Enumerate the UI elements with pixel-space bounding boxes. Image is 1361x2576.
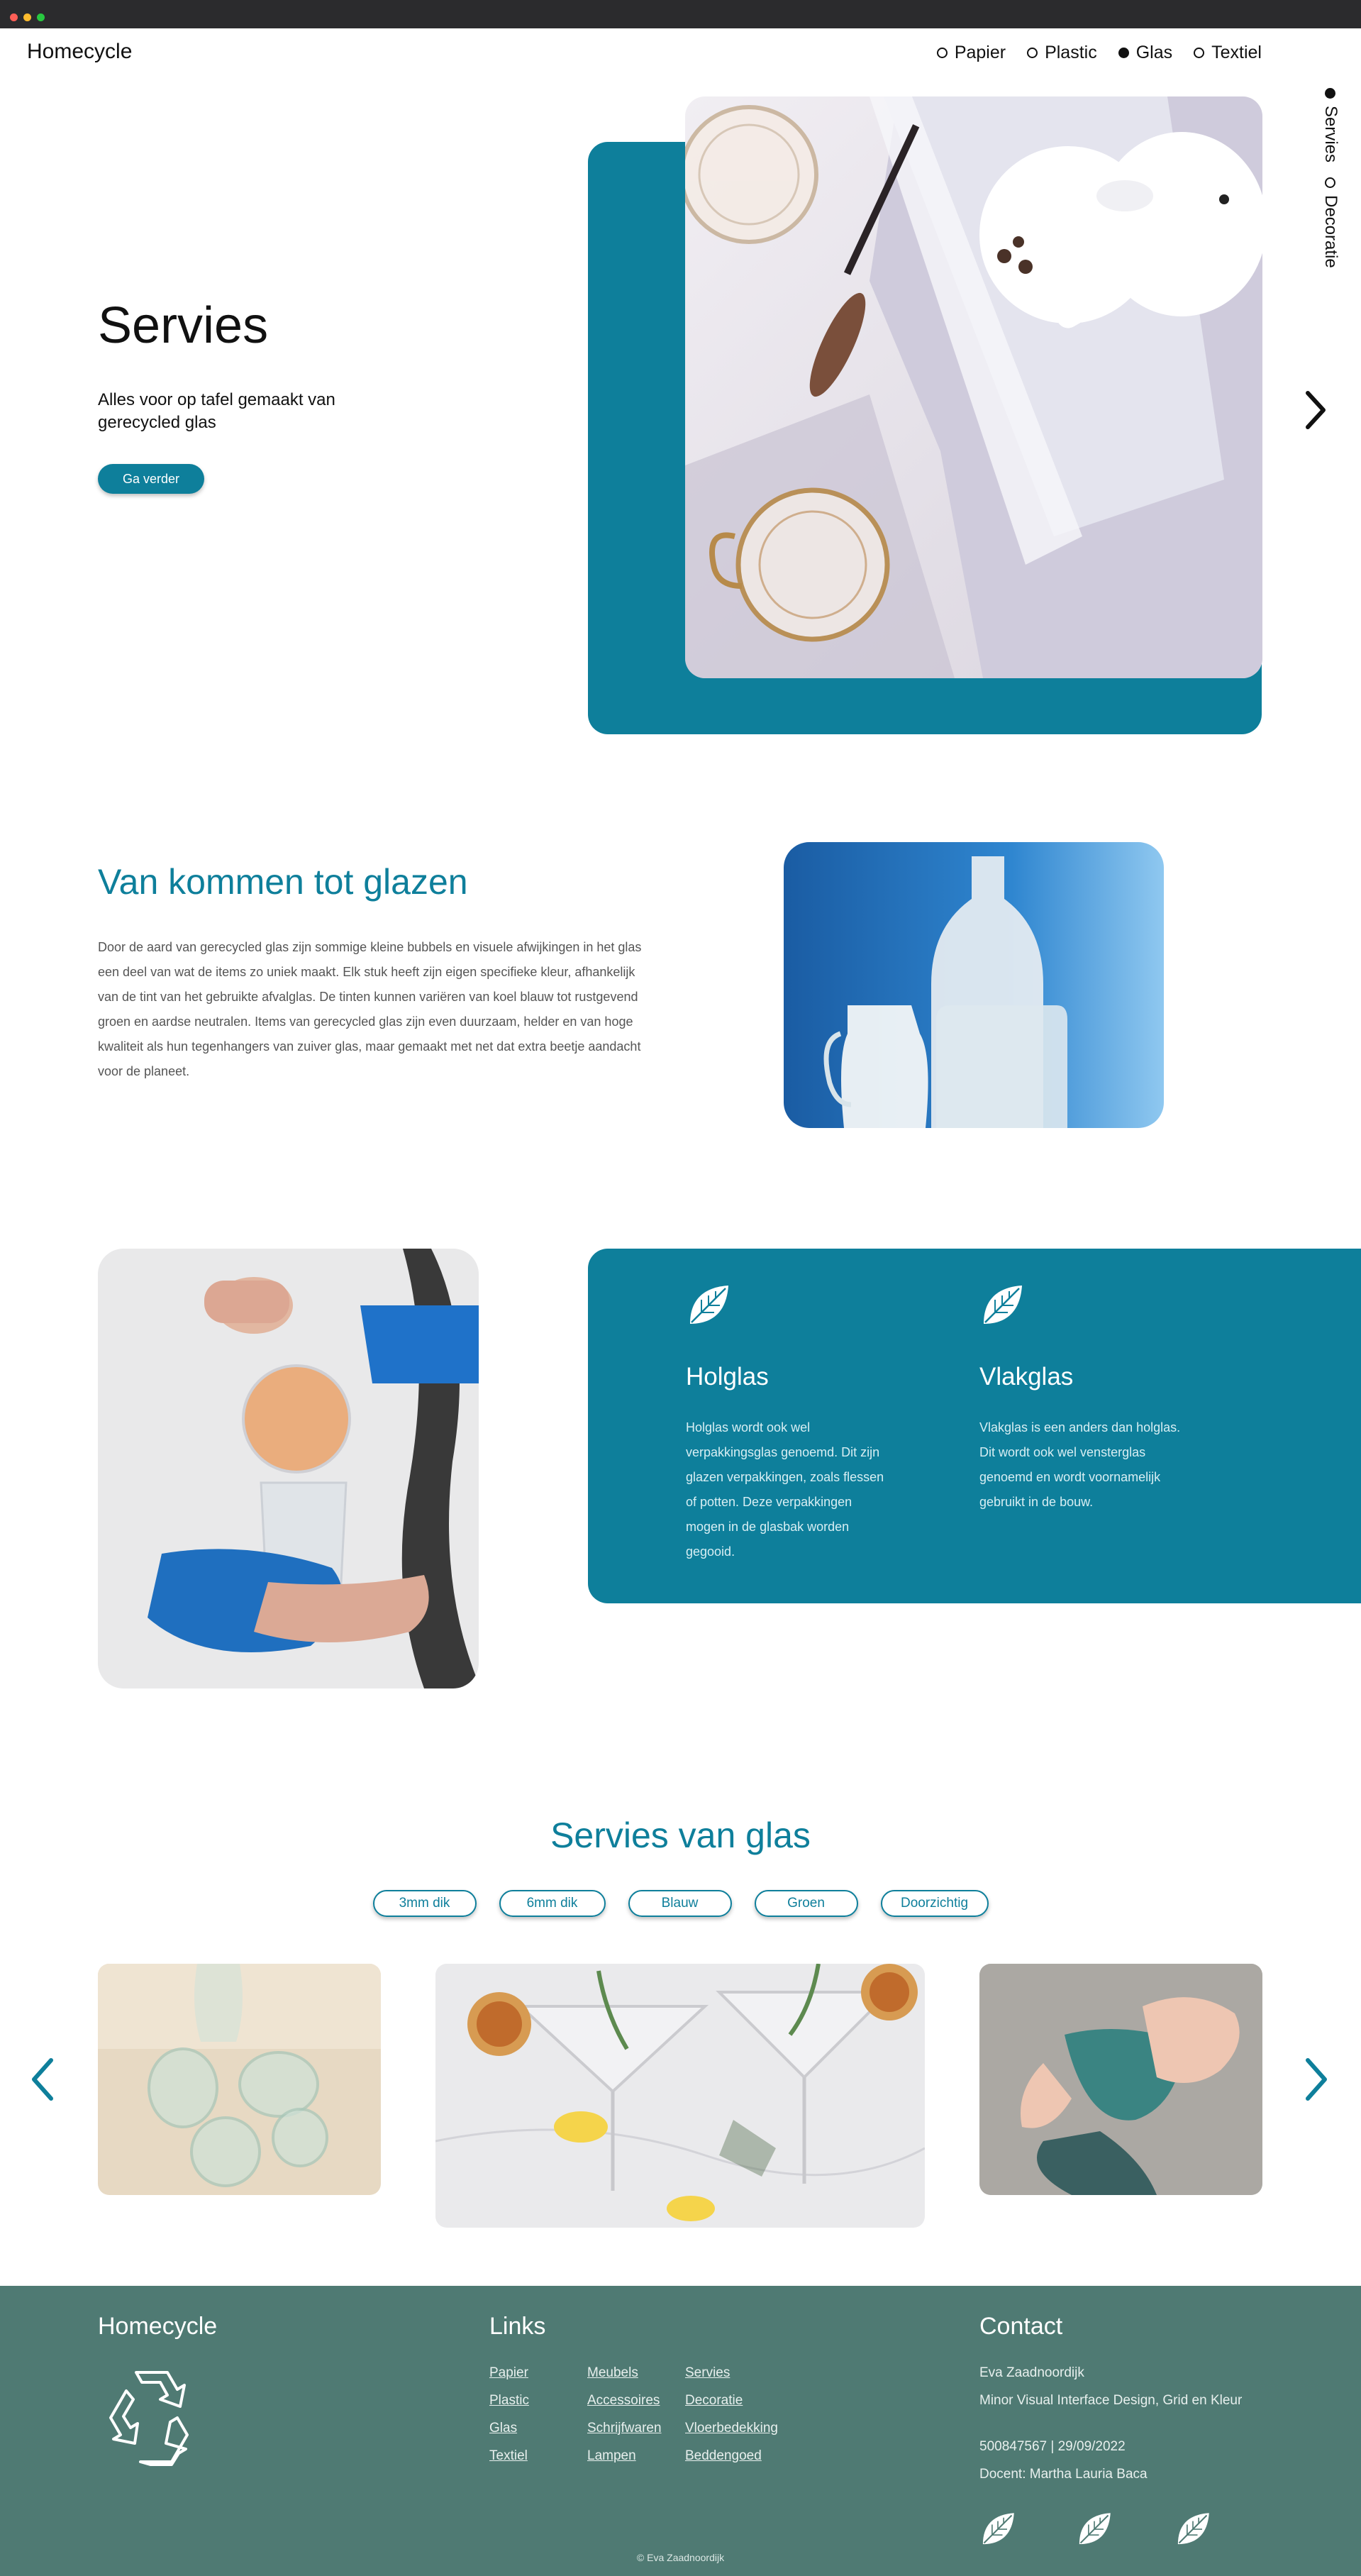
footer: Homecycle Links Papier Plastic Glas Text… bbox=[0, 2286, 1361, 2576]
feature-holglas: Holglas Holglas wordt ook wel verpakking… bbox=[686, 1283, 891, 1564]
radio-dot-icon bbox=[1194, 48, 1205, 58]
side-nav-label: Decoratie bbox=[1321, 195, 1340, 268]
recycle-icon bbox=[109, 2371, 189, 2466]
intro-title: Van kommen tot glazen bbox=[98, 862, 468, 902]
leaf-icon bbox=[984, 1286, 1022, 1324]
radio-dot-icon bbox=[1027, 48, 1038, 58]
radio-dot-icon bbox=[936, 48, 948, 58]
chevron-right-icon[interactable] bbox=[1304, 389, 1328, 431]
footer-link-vloerbedekking[interactable]: Vloerbedekking bbox=[685, 2421, 778, 2436]
footer-link-lampen[interactable]: Lampen bbox=[587, 2448, 636, 2464]
nav-label: Glas bbox=[1135, 43, 1173, 62]
filter-chips: 3mm dik 6mm dik Blauw Groen Doorzichtig bbox=[0, 1890, 1361, 1917]
side-nav-item-servies[interactable]: Servies bbox=[1321, 88, 1340, 162]
footer-link-glas[interactable]: Glas bbox=[489, 2421, 517, 2436]
radio-dot-active-icon bbox=[1325, 88, 1336, 99]
nav-item-textiel[interactable]: Textiel bbox=[1194, 43, 1262, 63]
feature-text: Vlakglas is een anders dan holglas. Dit … bbox=[979, 1420, 1181, 1509]
copyright-text: © Eva Zaadnoordijk bbox=[636, 2552, 725, 2563]
nav-label: Papier bbox=[954, 43, 1006, 62]
filter-chip-3mm[interactable]: 3mm dik bbox=[372, 1890, 477, 1917]
footer-link-accessoires[interactable]: Accessoires bbox=[587, 2393, 660, 2409]
contact-student-id-date: 500847567 | 29/09/2022 bbox=[979, 2439, 1126, 2454]
side-navigation: Servies Decoratie bbox=[1321, 85, 1355, 284]
footer-link-decoratie[interactable]: Decoratie bbox=[685, 2393, 743, 2409]
feature-text: Holglas wordt ook wel verpakkingsglas ge… bbox=[686, 1420, 884, 1559]
glass-types-panel: Holglas Holglas wordt ook wel verpakking… bbox=[588, 1249, 1361, 1603]
contact-name: Eva Zaadnoordijk bbox=[979, 2365, 1084, 2380]
hero-subtitle: Alles voor op tafel gemaakt van gerecycl… bbox=[98, 390, 335, 432]
product-photo-glass-cups[interactable] bbox=[98, 1964, 381, 2195]
footer-link-meubels[interactable]: Meubels bbox=[587, 2365, 638, 2381]
footer-link-textiel[interactable]: Textiel bbox=[489, 2448, 528, 2464]
footer-contact-title: Contact bbox=[979, 2313, 1063, 2340]
filter-chip-groen[interactable]: Groen bbox=[754, 1890, 858, 1917]
ga-verder-button[interactable]: Ga verder bbox=[98, 464, 204, 494]
close-window-button[interactable] bbox=[10, 13, 18, 21]
radio-dot-active-icon bbox=[1118, 48, 1129, 58]
minimize-window-button[interactable] bbox=[23, 13, 31, 21]
radio-dot-icon bbox=[1325, 177, 1336, 188]
feature-title: Vlakglas bbox=[979, 1363, 1074, 1391]
maximize-window-button[interactable] bbox=[37, 13, 45, 21]
site-logo[interactable]: Homecycle bbox=[27, 40, 132, 64]
nav-item-plastic[interactable]: Plastic bbox=[1027, 43, 1097, 63]
footer-link-beddengoed[interactable]: Beddengoed bbox=[685, 2448, 762, 2464]
leaf-icon bbox=[690, 1286, 728, 1324]
footer-links-title: Links bbox=[489, 2313, 546, 2340]
intro-body-text: Door de aard van gerecycled glas zijn so… bbox=[98, 940, 642, 1078]
side-nav-label: Servies bbox=[1321, 106, 1340, 163]
nav-label: Plastic bbox=[1045, 43, 1097, 62]
footer-link-plastic[interactable]: Plastic bbox=[489, 2393, 529, 2409]
top-navigation: Papier Plastic Glas Textiel bbox=[936, 43, 1262, 63]
footer-link-schrijfwaren[interactable]: Schrijfwaren bbox=[587, 2421, 662, 2436]
hero-photo-table-setting bbox=[685, 96, 1262, 678]
nav-label: Textiel bbox=[1211, 43, 1262, 62]
filter-chip-blauw[interactable]: Blauw bbox=[628, 1890, 732, 1917]
nav-item-papier[interactable]: Papier bbox=[936, 43, 1006, 63]
footer-brand: Homecycle bbox=[98, 2313, 218, 2340]
collection-title: Servies van glas bbox=[550, 1815, 811, 1855]
photo-pouring-glass bbox=[98, 1249, 479, 1688]
photo-milk-bottles bbox=[784, 842, 1164, 1128]
footer-link-papier[interactable]: Papier bbox=[489, 2365, 528, 2381]
leaf-icon[interactable] bbox=[1174, 2509, 1211, 2550]
contact-course: Minor Visual Interface Design, Grid en K… bbox=[979, 2393, 1243, 2408]
product-photo-teal-bowl[interactable] bbox=[979, 1964, 1262, 2195]
nav-item-glas[interactable]: Glas bbox=[1118, 43, 1172, 63]
browser-titlebar bbox=[0, 0, 1361, 28]
contact-teacher: Docent: Martha Lauria Baca bbox=[979, 2467, 1148, 2482]
feature-title: Holglas bbox=[686, 1363, 769, 1391]
footer-link-servies[interactable]: Servies bbox=[685, 2365, 730, 2381]
chevron-right-icon[interactable] bbox=[1302, 2055, 1331, 2104]
hero-title: Servies bbox=[98, 297, 269, 354]
side-nav-item-decoratie[interactable]: Decoratie bbox=[1321, 177, 1340, 268]
chevron-left-icon[interactable] bbox=[28, 2055, 57, 2104]
feature-vlakglas: Vlakglas Vlakglas is een anders dan holg… bbox=[979, 1283, 1185, 1515]
filter-chip-6mm[interactable]: 6mm dik bbox=[499, 1890, 606, 1917]
leaf-icon[interactable] bbox=[979, 2509, 1016, 2550]
filter-chip-doorzichtig[interactable]: Doorzichtig bbox=[880, 1890, 989, 1917]
product-photo-cocktail-glasses[interactable] bbox=[435, 1964, 925, 2228]
leaf-icon[interactable] bbox=[1076, 2509, 1113, 2550]
